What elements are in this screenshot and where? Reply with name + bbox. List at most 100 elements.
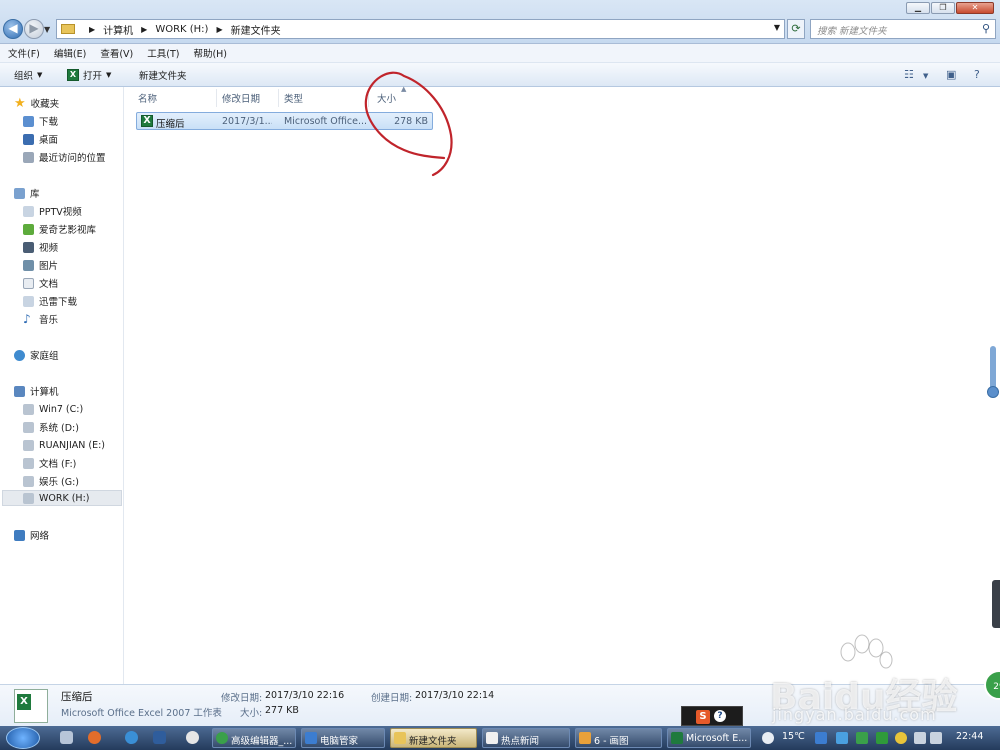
file-list-pane: 名称 修改日期 类型 大小 ▲ X 压缩后 2017/3/1... Micros…	[125, 85, 990, 684]
menu-help[interactable]: 帮助(H)	[193, 46, 227, 60]
sidebar-item-pptv[interactable]: PPTV视频	[23, 203, 82, 219]
address-bar[interactable]: ▶ 计算机 ▶ WORK (H:) ▶ 新建文件夹 ▼	[56, 19, 785, 39]
sidebar-network[interactable]: 网络	[14, 527, 49, 543]
sidebar-item-recent[interactable]: 最近访问的位置	[23, 149, 106, 165]
shield-icon[interactable]	[876, 732, 888, 744]
sidebar-item-music[interactable]: ♪ 音乐	[23, 311, 58, 327]
sidebar-item-documents[interactable]: 文档	[23, 275, 58, 291]
task-paint[interactable]: 6 - 画图	[575, 728, 662, 748]
sidebar-libraries[interactable]: 库	[14, 185, 40, 201]
ime-toolbar[interactable]: S ?	[681, 706, 743, 726]
task-excel[interactable]: Microsoft E...	[667, 728, 751, 748]
breadcrumb-drive[interactable]: WORK (H:)	[155, 24, 208, 35]
menu-tools[interactable]: 工具(T)	[147, 46, 179, 60]
side-widget[interactable]	[992, 580, 1000, 628]
column-divider[interactable]	[216, 89, 217, 107]
media-player-icon[interactable]	[153, 731, 166, 744]
minimize-button[interactable]: ▁	[906, 2, 930, 14]
sort-arrow-icon: ▲	[401, 85, 407, 93]
chevron-down-icon[interactable]: ▼	[923, 72, 928, 80]
file-type: Microsoft Office...	[284, 116, 368, 127]
sidebar-item-pictures[interactable]: 图片	[23, 257, 58, 273]
task-editor[interactable]: 高级编辑器_...	[212, 728, 296, 748]
tray-icon[interactable]	[815, 732, 827, 744]
address-dropdown-icon[interactable]: ▼	[774, 23, 780, 32]
tray-icon[interactable]	[895, 732, 907, 744]
start-button[interactable]	[6, 727, 40, 749]
menu-file[interactable]: 文件(F)	[8, 46, 40, 60]
browser-icon[interactable]	[125, 731, 138, 744]
sidebar-item-videos[interactable]: 视频	[23, 239, 58, 255]
breadcrumb-separator-icon[interactable]: ▶	[141, 25, 147, 34]
sidebar-item-label: 音乐	[39, 315, 59, 326]
preview-pane-icon[interactable]: ▣	[946, 68, 956, 81]
search-input[interactable]: 搜索 新建文件夹 ⚲	[810, 19, 996, 39]
column-header-date[interactable]: 修改日期	[222, 91, 260, 105]
scroll-knob[interactable]	[987, 386, 999, 398]
breadcrumb-separator-icon[interactable]: ▶	[216, 25, 222, 34]
sidebar-item-drive-h[interactable]: WORK (H:)	[2, 490, 122, 506]
maximize-button[interactable]: ❐	[931, 2, 955, 14]
column-divider[interactable]	[368, 89, 369, 107]
column-header-size[interactable]: 大小	[377, 91, 396, 105]
temperature[interactable]: 15℃	[782, 731, 805, 742]
sidebar-item-drive-g[interactable]: 娱乐 (G:)	[23, 473, 79, 489]
tray-icon[interactable]	[836, 732, 848, 744]
sidebar-item-label: 最近访问的位置	[39, 153, 106, 164]
back-button[interactable]: ◀	[3, 19, 23, 39]
sidebar-favorites[interactable]: ★ 收藏夹	[14, 95, 59, 111]
sidebar-item-drive-e[interactable]: RUANJIAN (E:)	[23, 437, 105, 453]
sogou-icon[interactable]: S	[696, 710, 710, 724]
excel-file-icon: X	[141, 115, 153, 127]
open-button[interactable]: X 打开 ▼	[67, 68, 111, 82]
column-divider[interactable]	[278, 89, 279, 107]
iqiyi-icon	[23, 223, 34, 235]
sidebar-homegroup[interactable]: 家庭组	[14, 347, 59, 363]
history-dropdown-icon[interactable]: ▼	[44, 25, 50, 34]
menu-bar: 文件(F) 编辑(E) 查看(V) 工具(T) 帮助(H)	[0, 44, 1000, 63]
column-header-type[interactable]: 类型	[284, 91, 303, 105]
task-label: 新建文件夹	[409, 736, 457, 747]
network-icon[interactable]	[914, 732, 926, 744]
sidebar-item-downloads[interactable]: 下载	[23, 113, 58, 129]
close-button[interactable]: ✕	[956, 2, 994, 14]
breadcrumb-computer[interactable]: 计算机	[103, 22, 133, 37]
new-folder-button[interactable]: 新建文件夹	[139, 68, 187, 82]
sidebar-item-thunder[interactable]: 迅雷下载	[23, 293, 77, 309]
refresh-button[interactable]: ⟳	[787, 19, 805, 39]
sidebar-item-iqiyi[interactable]: 爱奇艺影视库	[23, 221, 96, 237]
help-icon[interactable]: ?	[714, 710, 726, 722]
forward-button[interactable]: ▶	[24, 19, 44, 39]
task-pc-manager[interactable]: 电脑管家	[301, 728, 385, 748]
sidebar-computer[interactable]: 计算机	[14, 383, 59, 399]
sidebar-item-desktop[interactable]: 桌面	[23, 131, 58, 147]
sidebar-item-drive-f[interactable]: 文档 (F:)	[23, 455, 76, 471]
menu-edit[interactable]: 编辑(E)	[54, 46, 86, 60]
film-icon[interactable]	[186, 731, 199, 744]
drive-icon	[23, 492, 34, 504]
scrollbar[interactable]	[987, 346, 999, 398]
paint-icon	[579, 732, 591, 744]
sidebar-item-drive-d[interactable]: 系统 (D:)	[23, 419, 79, 435]
details-modified: 2017/3/10 22:16	[265, 690, 345, 701]
window-controls: ▁ ❐ ✕	[906, 2, 994, 14]
weather-icon[interactable]	[762, 732, 774, 744]
organize-button[interactable]: 组织 ▼	[14, 68, 42, 82]
volume-icon[interactable]	[930, 732, 942, 744]
clock[interactable]: 22:44	[956, 731, 983, 742]
column-header-name[interactable]: 名称	[138, 91, 157, 105]
breadcrumb-folder[interactable]: 新建文件夹	[231, 22, 281, 37]
help-icon[interactable]: ?	[974, 68, 980, 81]
new-folder-label: 新建文件夹	[139, 71, 187, 82]
task-new-folder[interactable]: 新建文件夹	[390, 728, 477, 748]
show-desktop-icon[interactable]	[60, 731, 73, 744]
menu-view[interactable]: 查看(V)	[100, 46, 133, 60]
view-options-icon[interactable]: ☷	[904, 68, 914, 81]
task-hot-news[interactable]: 热点新闻	[482, 728, 570, 748]
file-row[interactable]: X 压缩后 2017/3/1... Microsoft Office... 27…	[136, 112, 433, 130]
sidebar-item-drive-c[interactable]: Win7 (C:)	[23, 401, 83, 417]
breadcrumb-separator-icon[interactable]: ▶	[89, 25, 95, 34]
firefox-icon[interactable]	[88, 731, 101, 744]
search-icon[interactable]: ⚲	[982, 22, 990, 35]
tray-icon[interactable]	[856, 732, 868, 744]
